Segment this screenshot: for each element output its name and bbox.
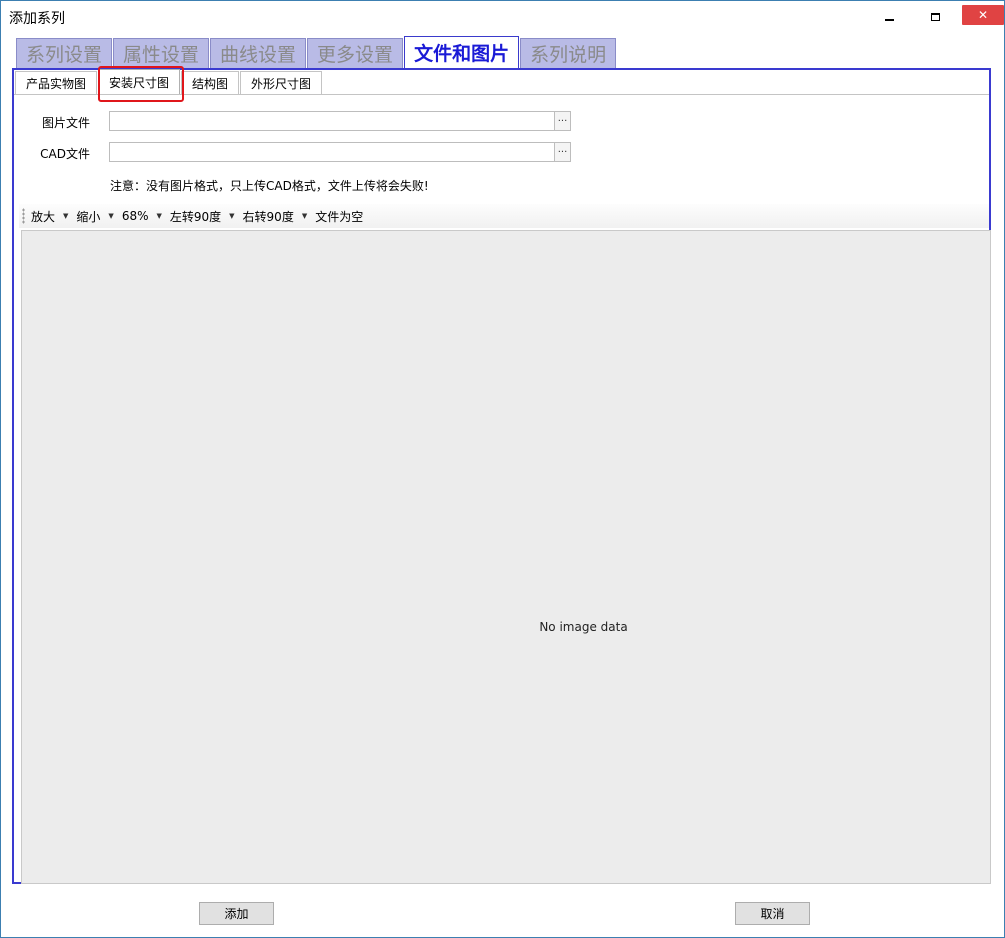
minimize-button[interactable] bbox=[866, 1, 912, 32]
main-tab-strip: 系列设置 属性设置 曲线设置 更多设置 文件和图片 系列说明 bbox=[16, 36, 617, 68]
add-series-window: 添加系列 ✕ 系列设置 属性设置 曲线设置 更多设置 文件和图片 系列说明 产品… bbox=[0, 0, 1005, 938]
tab-curve-settings[interactable]: 曲线设置 bbox=[210, 38, 307, 68]
cad-file-browse-button[interactable]: ··· bbox=[554, 142, 571, 162]
maximize-icon bbox=[930, 12, 940, 21]
image-file-browse-button[interactable]: ··· bbox=[554, 111, 571, 131]
minimize-icon bbox=[884, 18, 894, 21]
zoom-in-label: 放大 bbox=[31, 209, 56, 224]
zoom-out-button[interactable]: 缩小 ▼ bbox=[76, 208, 113, 225]
zoom-in-button[interactable]: 放大 ▼ bbox=[31, 208, 68, 225]
sub-tab-divider bbox=[14, 94, 989, 95]
chevron-down-icon: ▼ bbox=[63, 212, 69, 220]
maximize-button[interactable] bbox=[912, 1, 958, 32]
subtab-structure-drawing[interactable]: 结构图 bbox=[181, 71, 240, 94]
cancel-button[interactable]: 取消 bbox=[735, 902, 810, 925]
chevron-down-icon: ▼ bbox=[229, 212, 235, 220]
zoom-level-label: 68% bbox=[121, 209, 149, 223]
sub-tab-strip: 产品实物图 安装尺寸图 结构图 外形尺寸图 bbox=[15, 69, 323, 95]
chevron-down-icon: ▼ bbox=[156, 212, 162, 220]
file-status: 文件为空 bbox=[315, 208, 363, 225]
file-status-label: 文件为空 bbox=[315, 209, 364, 224]
subtab-outline-drawing[interactable]: 外形尺寸图 bbox=[240, 71, 323, 94]
zoom-out-label: 缩小 bbox=[76, 209, 101, 224]
cad-file-label: CAD文件 bbox=[40, 147, 90, 161]
window-title: 添加系列 bbox=[9, 11, 65, 27]
chevron-down-icon: ▼ bbox=[108, 212, 114, 220]
no-image-message: No image data bbox=[539, 620, 628, 634]
image-toolbar: 放大 ▼ 缩小 ▼ 68% ▼ 左转90度 ▼ 右转90度 ▼ 文件为空 bbox=[19, 204, 989, 228]
chevron-down-icon: ▼ bbox=[301, 212, 308, 220]
upload-note: 注意：没有图片格式，只上传CAD格式，文件上传将会失败! bbox=[110, 179, 429, 193]
zoom-level-dropdown[interactable]: 68% ▼ bbox=[122, 209, 162, 223]
rotate-left-label: 左转90度 bbox=[169, 209, 222, 224]
tab-attribute-settings[interactable]: 属性设置 bbox=[113, 38, 210, 68]
image-file-input[interactable] bbox=[109, 111, 555, 131]
cad-file-input[interactable] bbox=[109, 142, 555, 162]
tab-more-settings[interactable]: 更多设置 bbox=[307, 38, 404, 68]
cad-file-row: CAD文件 ··· bbox=[14, 142, 989, 164]
close-icon: ✕ bbox=[977, 8, 989, 22]
image-file-label: 图片文件 bbox=[41, 116, 90, 130]
tab-series-settings[interactable]: 系列设置 bbox=[16, 38, 113, 68]
image-preview-area[interactable]: No image data bbox=[21, 230, 991, 884]
image-file-row: 图片文件 ··· bbox=[14, 111, 989, 133]
tab-series-description[interactable]: 系列说明 bbox=[520, 38, 617, 68]
title-bar: 添加系列 ✕ bbox=[1, 1, 1004, 33]
files-and-images-panel: 产品实物图 安装尺寸图 结构图 外形尺寸图 图片文件 ··· CAD文件 ···… bbox=[12, 66, 991, 884]
rotate-left-button[interactable]: 左转90度 ▼ bbox=[170, 208, 235, 225]
add-button[interactable]: 添加 bbox=[199, 902, 274, 925]
toolbar-grip-icon[interactable] bbox=[22, 208, 25, 224]
subtab-product-photo[interactable]: 产品实物图 bbox=[15, 71, 98, 94]
rotate-right-label: 右转90度 bbox=[242, 209, 294, 224]
tab-files-and-images[interactable]: 文件和图片 bbox=[404, 36, 520, 68]
close-button[interactable]: ✕ bbox=[962, 5, 1004, 25]
subtab-installation-drawing[interactable]: 安装尺寸图 bbox=[98, 69, 181, 95]
rotate-right-button[interactable]: 右转90度 ▼ bbox=[243, 208, 308, 225]
